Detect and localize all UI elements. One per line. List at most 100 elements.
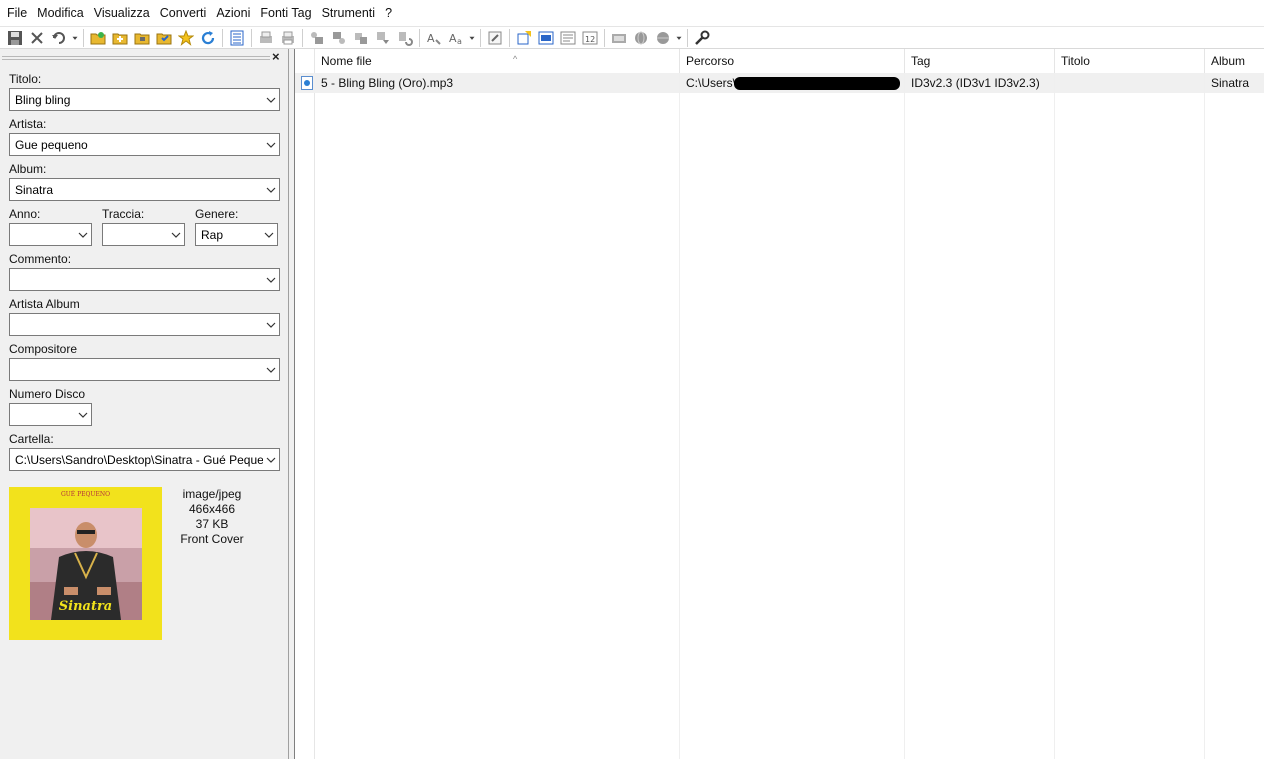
cell-path: C:\Users\ [680,73,905,93]
case-conversion-icon[interactable]: Aa [445,28,467,48]
chevron-down-icon[interactable] [263,314,279,335]
web-source-icon[interactable] [630,28,652,48]
menu-converti[interactable]: Converti [157,0,214,26]
undo-icon[interactable] [48,28,70,48]
chevron-down-icon[interactable] [263,179,279,200]
freedb-icon[interactable] [608,28,630,48]
undo-dropdown-icon[interactable] [70,28,80,48]
column-header-path[interactable]: Percorso [680,49,905,73]
star-icon[interactable] [175,28,197,48]
cover-artwork [9,487,162,640]
toolbar-separator [302,28,303,47]
tag-to-filename-icon[interactable] [328,28,350,48]
close-icon[interactable]: × [272,50,280,64]
toolbar-separator [604,28,605,47]
menu-strumenti[interactable]: Strumenti [319,0,383,26]
chevron-down-icon[interactable] [261,224,277,245]
mp3-file-icon [301,76,313,90]
export-list-icon[interactable] [513,28,535,48]
list-gutter [295,49,315,759]
column-divider [1204,73,1205,759]
title-label: Titolo: [9,72,42,86]
column-header-album[interactable]: Album [1205,49,1264,73]
chevron-down-icon[interactable] [75,224,91,245]
column-divider [679,73,680,759]
svg-text:A: A [449,32,457,45]
title-value: Bling bling [15,92,71,107]
year-field[interactable] [9,223,92,246]
menubar: File Modifica Visualizza Converti Azioni… [0,0,1264,26]
toolbar-separator [509,28,510,47]
web-source-dropdown-icon[interactable] [674,28,684,48]
column-header-tag-label: Tag [911,54,931,68]
menu-file[interactable]: File [4,0,34,26]
genre-label: Genere: [195,207,239,221]
artist-field[interactable]: Gue pequeno [9,133,280,156]
redaction-mark [734,77,900,90]
menu-modifica[interactable]: Modifica [34,0,91,26]
comment-field[interactable] [9,268,280,291]
toolbar-separator [419,28,420,47]
menu-azioni[interactable]: Azioni [213,0,257,26]
menu-fonti-tag[interactable]: Fonti Tag [257,0,318,26]
chevron-down-icon[interactable] [263,269,279,290]
filename-to-tag-icon[interactable] [306,28,328,48]
folder-field[interactable]: C:\Users\Sandro\Desktop\Sinatra - Gué Pe… [9,448,280,471]
tag-panel-icon[interactable] [226,28,248,48]
panel-grip[interactable] [2,56,270,60]
save-folder-icon[interactable] [131,28,153,48]
playlist-icon[interactable] [535,28,557,48]
chevron-down-icon[interactable] [263,89,279,110]
toolbar-separator [251,28,252,47]
genre-field[interactable]: Rap [195,223,278,246]
cell-tag: ID3v2.3 (ID3v1 ID3v2.3) [911,76,1040,90]
remove-tag-icon[interactable] [26,28,48,48]
track-field[interactable] [102,223,185,246]
svg-text:A: A [427,32,435,45]
column-header-filename[interactable]: Nome file ^ [315,49,680,73]
autonumber-icon[interactable]: A [423,28,445,48]
chevron-down-icon[interactable] [263,449,279,470]
chevron-down-icon[interactable] [168,224,184,245]
column-header-tag[interactable]: Tag [905,49,1055,73]
numbering-icon[interactable]: 12 [579,28,601,48]
track-label: Traccia: [102,207,145,221]
svg-text:12: 12 [585,35,595,44]
album-artist-label: Artista Album [9,297,80,311]
year-label: Anno: [9,207,41,221]
refresh-icon[interactable] [197,28,219,48]
rename-icon[interactable] [350,28,372,48]
favorite-folder-icon[interactable] [153,28,175,48]
cover-type: Front Cover [180,532,244,546]
title-field[interactable]: Bling bling [9,88,280,111]
add-folder-icon[interactable] [109,28,131,48]
column-header-title[interactable]: Titolo [1055,49,1205,73]
tag-to-tag-icon[interactable] [372,28,394,48]
column-divider [904,73,905,759]
cell-title [1055,73,1205,93]
web-source-icon-2[interactable] [652,28,674,48]
chevron-down-icon[interactable] [263,359,279,380]
album-artist-field[interactable] [9,313,280,336]
print-icon[interactable] [277,28,299,48]
menu-visualizza[interactable]: Visualizza [91,0,157,26]
album-field[interactable]: Sinatra [9,178,280,201]
column-divider [1054,73,1055,759]
case-dropdown-icon[interactable] [467,28,477,48]
edit-tag-icon[interactable] [484,28,506,48]
options-icon[interactable] [691,28,713,48]
menu-help[interactable]: ? [382,0,399,26]
save-icon[interactable] [4,28,26,48]
table-row[interactable]: 5 - Bling Bling (Oro).mp3 C:\Users\ ID3v… [295,73,1264,93]
folder-label: Cartella: [9,432,54,446]
open-folder-icon[interactable] [87,28,109,48]
chevron-down-icon[interactable] [263,134,279,155]
chevron-down-icon[interactable] [75,404,91,425]
composer-field[interactable] [9,358,280,381]
cover-art[interactable]: GUÉ PEQUENO Sinatra [9,487,162,640]
info-icon[interactable] [557,28,579,48]
export-icon[interactable] [255,28,277,48]
text-to-tag-icon[interactable] [394,28,416,48]
column-header-title-label: Titolo [1061,54,1090,68]
disc-number-field[interactable] [9,403,92,426]
